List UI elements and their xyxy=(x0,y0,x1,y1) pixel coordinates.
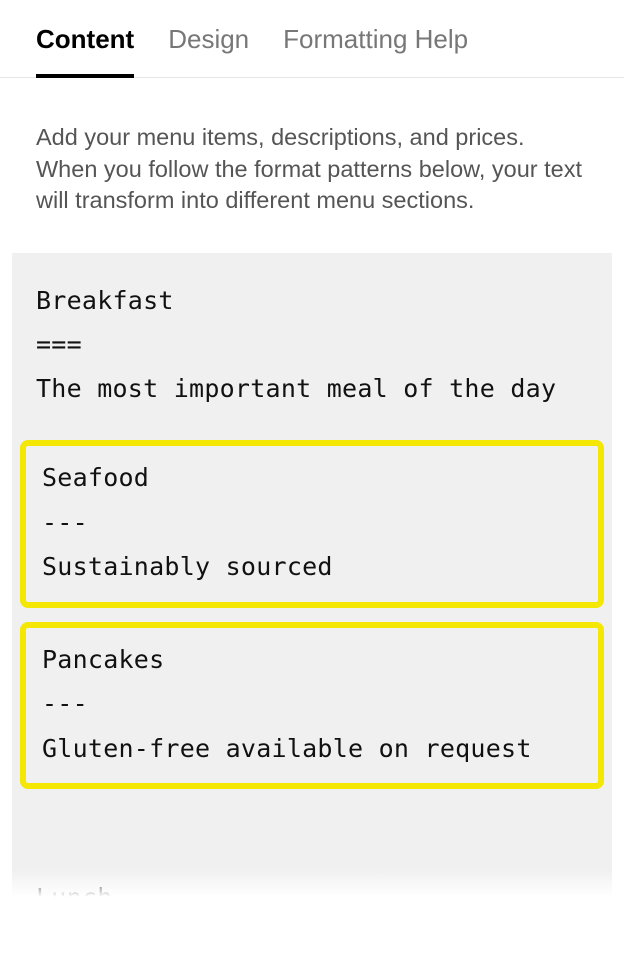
help-text: Add your menu items, descriptions, and p… xyxy=(0,78,624,253)
menu-text-editor[interactable]: Breakfast === The most important meal of… xyxy=(12,253,612,903)
editor-block-pancakes-highlighted: Pancakes --- Gluten-free available on re… xyxy=(20,622,604,790)
block-description: Sustainably sourced xyxy=(42,545,582,590)
tab-content[interactable]: Content xyxy=(36,24,134,77)
block-separator: --- xyxy=(42,682,582,727)
tabs-bar: Content Design Formatting Help xyxy=(0,0,624,78)
block-title: Pancakes xyxy=(42,638,582,683)
tab-formatting-help[interactable]: Formatting Help xyxy=(283,24,468,77)
block-description: Gluten-free available on request xyxy=(42,727,582,772)
block-description: The most important meal of the day xyxy=(36,367,588,411)
tab-design[interactable]: Design xyxy=(168,24,249,77)
menu-editor-panel: Content Design Formatting Help Add your … xyxy=(0,0,624,909)
editor-block-cutoff: Lunch xyxy=(36,885,113,903)
block-separator: --- xyxy=(42,501,582,546)
block-title: Seafood xyxy=(42,456,582,501)
block-separator: === xyxy=(36,323,588,367)
block-title: Breakfast xyxy=(36,279,588,323)
editor-block-breakfast: Breakfast === The most important meal of… xyxy=(12,279,612,440)
editor-block-seafood-highlighted: Seafood --- Sustainably sourced xyxy=(20,440,604,608)
